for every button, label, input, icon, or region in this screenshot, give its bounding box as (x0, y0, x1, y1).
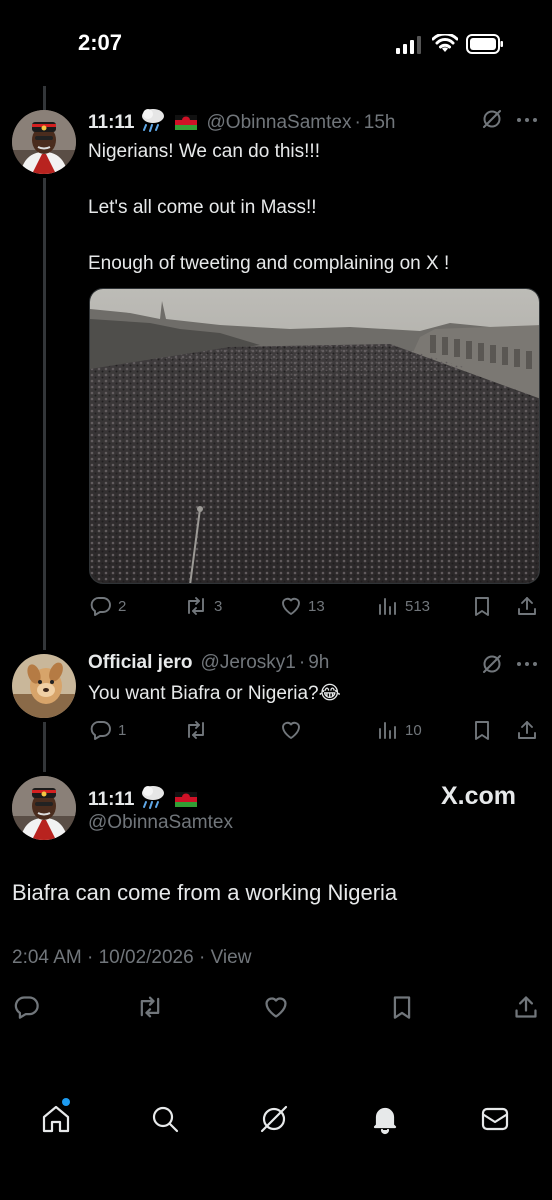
notification-dot (62, 1098, 70, 1106)
display-name[interactable]: 11:11 (88, 789, 135, 811)
share-button[interactable] (516, 719, 538, 741)
reply-button[interactable]: 1 (90, 719, 126, 741)
reply-header: Official jero @Jerosky1 · 9h (88, 652, 329, 674)
tweet-text-line: Let's all come out in Mass!! (88, 197, 317, 218)
status-time: 2:07 (78, 30, 123, 55)
reply-count: 1 (118, 721, 127, 739)
home-icon (42, 1105, 70, 1133)
tab-grok[interactable] (258, 1103, 290, 1140)
reply-icon (90, 721, 111, 740)
mail-icon (481, 1107, 509, 1131)
tweet-time[interactable]: 9h (308, 652, 329, 674)
views-icon (379, 722, 396, 739)
tab-search[interactable] (149, 1103, 181, 1140)
tweet-time[interactable]: 15h (364, 112, 396, 134)
views-count: 513 (405, 597, 431, 615)
repost-icon (188, 721, 204, 739)
thread-connector (43, 178, 46, 650)
handle[interactable]: @Jerosky1 (201, 652, 296, 674)
like-button[interactable] (263, 994, 289, 1020)
reply-icon (90, 597, 111, 616)
bell-icon (373, 1107, 397, 1135)
separator-dot: · (354, 111, 361, 133)
heart-icon (265, 997, 287, 1018)
tweet-photo[interactable] (89, 288, 540, 584)
tab-home[interactable] (40, 1098, 72, 1140)
rain-cloud-icon (139, 107, 167, 138)
reply-button[interactable]: 2 (90, 595, 126, 617)
separator-dot: · (298, 652, 306, 673)
tab-messages[interactable] (479, 1103, 511, 1140)
heart-icon (282, 721, 300, 739)
grok-icon[interactable] (481, 108, 503, 135)
reply-text: You want Biafra or Nigeria?😂 (88, 683, 341, 704)
repost-icon (188, 597, 204, 615)
repost-button[interactable] (184, 719, 208, 741)
repost-icon (140, 996, 160, 1018)
grok-icon[interactable] (481, 653, 503, 680)
reply-icon (14, 996, 39, 1019)
bookmark-button[interactable] (471, 719, 493, 741)
share-button[interactable] (513, 994, 539, 1020)
repost-button[interactable] (136, 994, 164, 1020)
display-name[interactable]: Official jero (88, 652, 193, 674)
tweet-text-line: Enough of tweeting and complaining on X … (88, 253, 450, 274)
repost-button[interactable]: 3 (184, 595, 222, 617)
views-button[interactable]: 513 (377, 595, 430, 617)
views-count: 10 (405, 721, 422, 739)
bookmark-icon (475, 597, 489, 616)
handle[interactable]: @ObinnaSamtex (207, 112, 352, 134)
like-count: 13 (308, 597, 325, 615)
tweet-header: 11:11 @ObinnaSamtex · 15h (88, 107, 396, 138)
wifi-icon (431, 32, 459, 59)
avatar[interactable] (12, 654, 76, 718)
repost-count: 3 (214, 597, 223, 615)
bookmark-icon (393, 996, 411, 1019)
reply-button[interactable] (14, 994, 40, 1020)
heart-icon (282, 597, 300, 615)
search-icon (152, 1106, 179, 1133)
grok-icon (260, 1105, 288, 1133)
battery-icon (466, 34, 504, 59)
avatar[interactable] (12, 110, 76, 174)
more-options-icon[interactable] (516, 110, 538, 135)
like-button[interactable]: 13 (280, 595, 325, 617)
malawi-flag-icon (174, 115, 197, 130)
main-tweet-text: Biafra can come from a working Nigeria (12, 880, 398, 905)
malawi-flag-icon (174, 792, 197, 807)
tweet-timestamp[interactable]: 2:04 AM · 10/02/2026 · View (12, 947, 251, 969)
share-icon (518, 721, 536, 739)
signal-icon (396, 36, 422, 59)
watermark: X.com (441, 782, 517, 810)
rain-cloud-icon (139, 784, 167, 815)
handle[interactable]: @ObinnaSamtex (88, 812, 233, 834)
bookmark-button[interactable] (471, 595, 493, 617)
bookmark-icon (475, 721, 489, 740)
like-button[interactable] (280, 719, 302, 741)
main-tweet-header: 11:11 (88, 784, 197, 815)
bookmark-button[interactable] (389, 994, 415, 1020)
reply-count: 2 (118, 597, 127, 615)
tweet-text-line: Nigerians! We can do this!!! (88, 141, 320, 162)
views-icon (379, 598, 396, 615)
views-button[interactable]: 10 (377, 719, 422, 741)
share-icon (518, 597, 536, 615)
more-options-icon[interactable] (516, 654, 538, 679)
avatar[interactable] (12, 776, 76, 840)
share-button[interactable] (516, 595, 538, 617)
tab-notifications[interactable] (369, 1103, 401, 1140)
share-icon (515, 996, 537, 1018)
display-name[interactable]: 11:11 (88, 112, 135, 134)
thread-connector (43, 722, 46, 772)
